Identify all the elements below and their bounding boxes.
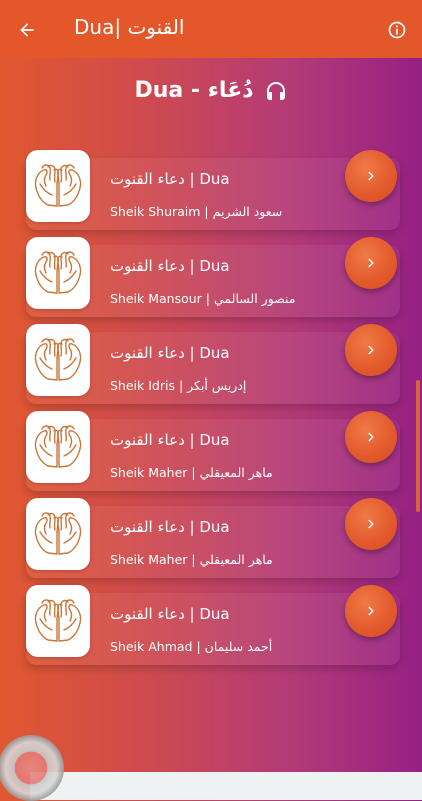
list-item[interactable]: دعاء القنوت | Dua Sheik Maher | ماهر الم… (26, 411, 400, 491)
open-button[interactable] (345, 150, 397, 202)
section-title-text: Dua - دُعَاء (134, 78, 254, 103)
item-subtitle: Sheik Idris | إدريس أبكر (110, 378, 247, 393)
list-item[interactable]: دعاء القنوت | Dua Sheik Maher | ماهر الم… (26, 498, 400, 578)
app-bar: القنوت |Dua (0, 0, 422, 58)
info-button[interactable] (387, 20, 407, 40)
headphones-icon (266, 81, 285, 100)
open-button[interactable] (345, 585, 397, 637)
praying-hands-icon (26, 411, 90, 483)
chevron-right-icon (368, 258, 374, 268)
praying-hands-icon (26, 585, 90, 657)
back-button[interactable] (14, 17, 40, 43)
chevron-right-icon (368, 345, 374, 355)
scrollbar[interactable] (416, 380, 420, 512)
list-item[interactable]: دعاء القنوت | Dua Sheik Mansour | منصور … (26, 237, 400, 317)
chevron-right-icon (368, 171, 374, 181)
item-title: دعاء القنوت | Dua (110, 170, 230, 188)
open-button[interactable] (345, 324, 397, 376)
list-item[interactable]: دعاء القنوت | Dua Sheik Idris | إدريس أب… (26, 324, 400, 404)
bottom-bar (30, 772, 422, 800)
list-item[interactable]: دعاء القنوت | Dua Sheik Ahmad | أحمد سلي… (26, 585, 400, 665)
item-subtitle: Sheik Shuraim | سعود الشريم (110, 204, 283, 219)
section-header: Dua - دُعَاء (0, 78, 422, 103)
floating-button[interactable] (0, 735, 64, 801)
item-title: دعاء القنوت | Dua (110, 257, 230, 275)
item-subtitle: Sheik Maher | ماهر المعيقلي (110, 552, 273, 567)
praying-hands-icon (26, 237, 90, 309)
open-button[interactable] (345, 237, 397, 289)
praying-hands-icon (26, 498, 90, 570)
item-subtitle: Sheik Maher | ماهر المعيقلي (110, 465, 273, 480)
chevron-right-icon (368, 432, 374, 442)
item-title: دعاء القنوت | Dua (110, 344, 230, 362)
item-subtitle: Sheik Mansour | منصور السالمي (110, 291, 296, 306)
info-circle-icon (388, 21, 406, 39)
open-button[interactable] (345, 411, 397, 463)
chevron-right-icon (368, 519, 374, 529)
item-subtitle: Sheik Ahmad | أحمد سليمان (110, 639, 273, 654)
open-button[interactable] (345, 498, 397, 550)
item-title: دعاء القنوت | Dua (110, 431, 230, 449)
praying-hands-icon (26, 324, 90, 396)
page-title: القنوت |Dua (74, 15, 185, 39)
list-item[interactable]: دعاء القنوت | Dua Sheik Shuraim | سعود ا… (26, 150, 400, 230)
arrow-left-icon (20, 23, 34, 37)
item-title: دعاء القنوت | Dua (110, 518, 230, 536)
praying-hands-icon (26, 150, 90, 222)
item-title: دعاء القنوت | Dua (110, 605, 230, 623)
chevron-right-icon (368, 606, 374, 616)
